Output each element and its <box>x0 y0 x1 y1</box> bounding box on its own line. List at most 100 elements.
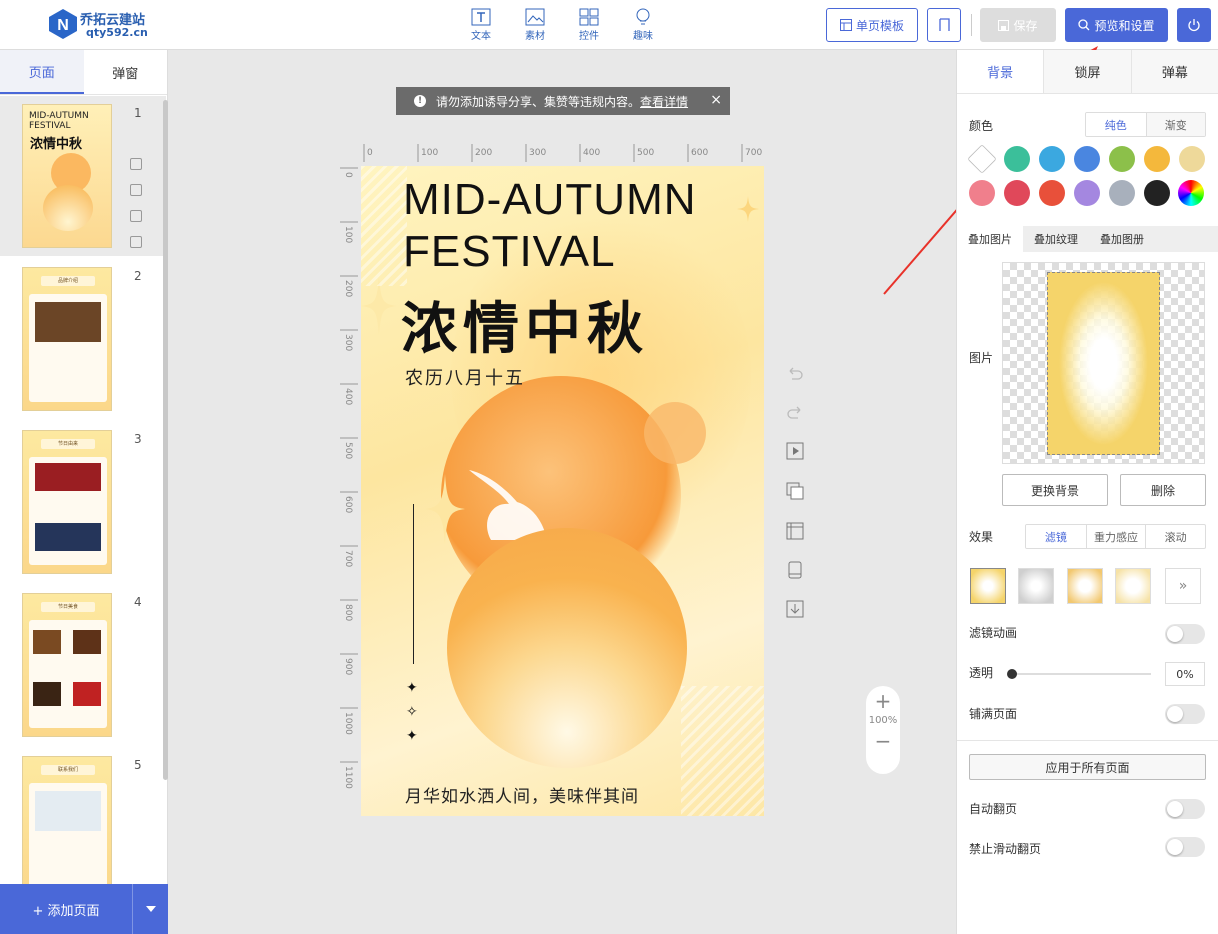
filter-more-button[interactable]: » <box>1165 568 1201 604</box>
color-swatch[interactable] <box>1004 180 1030 206</box>
tab-overlay-texture[interactable]: 叠加纹理 <box>1023 226 1089 252</box>
add-page-dropdown[interactable] <box>132 884 168 934</box>
vertical-line <box>413 504 414 664</box>
poster-chinese-title[interactable]: 浓情中秋 <box>401 284 649 365</box>
zoom-in-button[interactable]: + <box>866 688 900 714</box>
color-swatch[interactable] <box>1179 146 1205 172</box>
effect-filter[interactable]: 滤镜 <box>1026 525 1086 548</box>
effect-label: 效果 <box>969 530 994 544</box>
warning-icon: ! <box>414 95 426 107</box>
tab-overlay-album[interactable]: 叠加图册 <box>1089 226 1155 252</box>
poster-title-line2: FESTIVAL <box>403 227 616 276</box>
filter-option-3[interactable] <box>1067 568 1103 604</box>
tab-lock-screen[interactable]: 锁屏 <box>1043 50 1130 93</box>
tab-pages[interactable]: 页面 <box>0 50 84 94</box>
logo-icon: N <box>49 9 77 39</box>
page-number: 2 <box>134 269 142 283</box>
filter-option-2[interactable] <box>1018 568 1054 604</box>
horizontal-ruler: 0 100 200 300 400 500 600 700 <box>363 144 762 162</box>
lower-moon <box>447 528 687 768</box>
ruler-label: 700 <box>343 550 353 567</box>
filter-animation-label: 滤镜动画 <box>969 626 1018 640</box>
poster-canvas[interactable]: MID-AUTUMN FESTIVAL 浓情中秋 农历八月十五 ✦ ✧ ✦ 月华如水… <box>361 166 764 816</box>
filter-option-4[interactable] <box>1115 568 1151 604</box>
close-icon[interactable]: × <box>710 92 722 108</box>
music-button[interactable] <box>927 8 961 42</box>
tab-background[interactable]: 背景 <box>957 50 1044 93</box>
page-settings-icon[interactable] <box>130 184 142 196</box>
ruler-label: 900 <box>343 658 353 675</box>
ruler-label: 200 <box>343 280 353 297</box>
color-swatch[interactable] <box>969 180 995 206</box>
logo[interactable]: N 乔拓云建站 qty592.cn <box>48 8 188 42</box>
disable-swipe-toggle[interactable] <box>1165 837 1205 857</box>
single-page-template-button[interactable]: 单页模板 <box>826 8 918 42</box>
ruler-label: 600 <box>691 148 708 158</box>
add-page-button[interactable]: + 添加页面 <box>0 900 132 919</box>
copy-page-icon[interactable] <box>130 210 142 222</box>
poster-footer[interactable]: 月华如水洒人间，美味伴其间 <box>405 782 639 807</box>
color-swatch[interactable] <box>1144 180 1170 206</box>
redo-icon[interactable] <box>786 403 804 421</box>
tool-widgets[interactable]: 控件 <box>571 8 607 46</box>
tool-fun[interactable]: 趣味 <box>625 8 661 46</box>
page-thumb-5[interactable]: 联系我们 5 <box>0 748 166 884</box>
power-button[interactable] <box>1177 8 1211 42</box>
page-thumb-3[interactable]: 节日由来 3 <box>0 422 166 582</box>
color-swatch[interactable] <box>1109 146 1135 172</box>
page-thumb-1[interactable]: MID-AUTUMN FESTIVAL 浓情中秋 1 <box>0 96 166 256</box>
grid-icon[interactable] <box>786 522 804 540</box>
poster-date[interactable]: 农历八月十五 <box>405 364 525 390</box>
page-thumb-4[interactable]: 节日美食 4 <box>0 585 166 745</box>
thumb-photo <box>35 523 101 551</box>
color-picker-wheel[interactable] <box>1178 180 1204 206</box>
small-planet <box>644 402 706 464</box>
download-icon[interactable] <box>786 600 804 618</box>
page-list-scrollbar[interactable] <box>163 100 168 780</box>
opacity-input[interactable]: 0% <box>1165 662 1205 686</box>
color-mode-solid[interactable]: 纯色 <box>1086 113 1146 136</box>
effect-scroll[interactable]: 滚动 <box>1145 525 1205 548</box>
fill-page-toggle[interactable] <box>1165 704 1205 724</box>
color-swatch[interactable] <box>1074 180 1100 206</box>
color-swatch[interactable] <box>967 144 997 174</box>
poster-title[interactable]: MID-AUTUMN FESTIVAL <box>403 174 697 278</box>
zoom-out-button[interactable]: − <box>866 728 900 754</box>
tool-text-label: 文本 <box>471 31 491 42</box>
color-swatch[interactable] <box>1039 180 1065 206</box>
tab-barrage[interactable]: 弹幕 <box>1130 50 1218 93</box>
color-swatch[interactable] <box>1004 146 1030 172</box>
tool-material[interactable]: 素材 <box>517 8 553 46</box>
filter-animation-toggle[interactable] <box>1165 624 1205 644</box>
save-button[interactable]: 保存 <box>980 8 1056 42</box>
color-swatch[interactable] <box>1144 146 1170 172</box>
undo-icon[interactable] <box>786 364 804 382</box>
delete-page-icon[interactable] <box>130 236 142 248</box>
thumb-heading: 节日由来 <box>41 439 95 449</box>
color-swatch[interactable] <box>1039 146 1065 172</box>
opacity-slider-handle[interactable] <box>1007 669 1017 679</box>
preview-settings-button[interactable]: 预览和设置 <box>1065 8 1168 42</box>
color-swatch[interactable] <box>1074 146 1100 172</box>
filter-option-1[interactable] <box>970 568 1006 604</box>
layers-icon[interactable] <box>786 482 804 500</box>
apply-to-all-pages-button[interactable]: 应用于所有页面 <box>969 754 1206 780</box>
opacity-slider[interactable] <box>1007 669 1151 679</box>
add-page-icon[interactable] <box>130 158 142 170</box>
tool-text[interactable]: 文本 <box>463 8 499 46</box>
auto-flip-toggle[interactable] <box>1165 799 1205 819</box>
color-swatch[interactable] <box>1109 180 1135 206</box>
effect-gravity[interactable]: 重力感应 <box>1085 525 1146 548</box>
auto-flip-label: 自动翻页 <box>969 802 1018 816</box>
tool-widgets-label: 控件 <box>579 31 599 42</box>
color-mode-gradient[interactable]: 渐变 <box>1145 113 1205 136</box>
tab-popups[interactable]: 弹窗 <box>84 50 168 94</box>
delete-background-button[interactable]: 删除 <box>1120 474 1206 506</box>
background-image-preview[interactable] <box>1002 262 1205 464</box>
play-icon[interactable] <box>786 442 804 460</box>
mobile-icon[interactable] <box>786 561 804 579</box>
notice-link[interactable]: 查看详情 <box>640 93 688 110</box>
tab-overlay-image[interactable]: 叠加图片 <box>957 226 1023 252</box>
replace-background-button[interactable]: 更换背景 <box>1002 474 1108 506</box>
page-thumb-2[interactable]: 品牌介绍 2 <box>0 259 166 419</box>
